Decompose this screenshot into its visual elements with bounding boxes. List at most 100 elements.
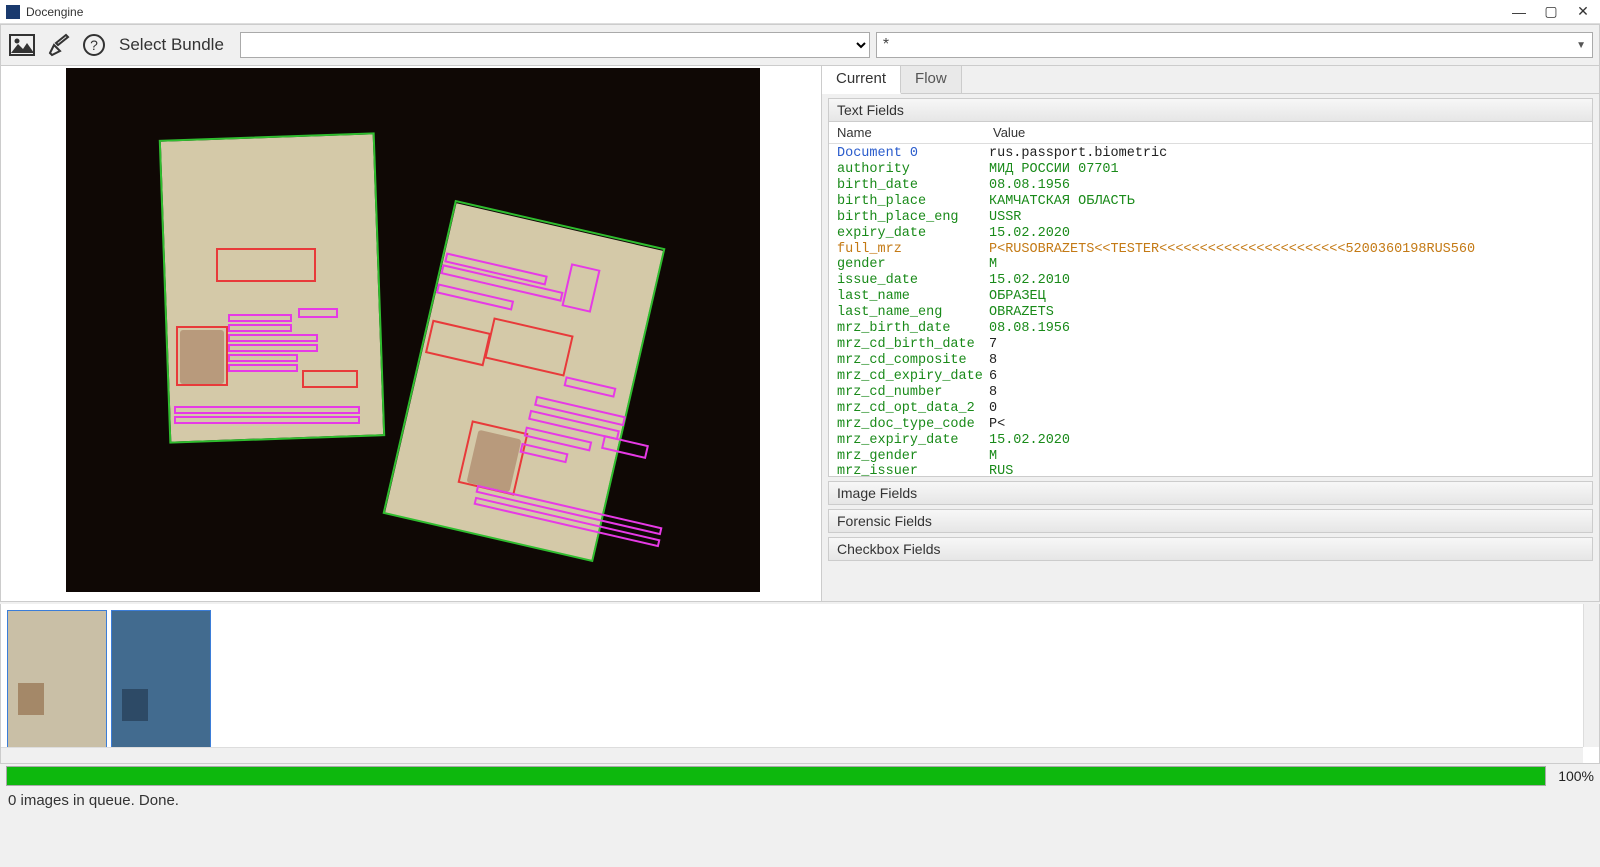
table-row[interactable]: birth_place_engUSSR (837, 210, 1592, 226)
thumbnail-strip[interactable] (0, 604, 1600, 764)
status-bar: 0 images in queue. Done. (0, 788, 1600, 814)
table-row[interactable]: mrz_cd_opt_data_20 (837, 401, 1592, 417)
scrollbar-vertical[interactable] (1583, 604, 1599, 747)
table-row[interactable]: mrz_cd_number8 (837, 385, 1592, 401)
column-name: Name (829, 125, 989, 140)
field-value: МИД РОССИИ 07701 (989, 162, 1592, 178)
tab-flow[interactable]: Flow (901, 66, 962, 93)
toolbar: ? Select Bundle * ▼ (0, 24, 1600, 66)
field-value: RUS (989, 464, 1592, 476)
text-fields-table: Name Value Document 0rus.passport.biomet… (828, 122, 1593, 477)
table-row[interactable]: Document 0rus.passport.biometric (837, 146, 1592, 162)
thumbnail[interactable] (7, 610, 107, 750)
field-name: mrz_cd_number (837, 385, 989, 401)
section-image-fields[interactable]: Image Fields (828, 481, 1593, 505)
svg-text:?: ? (90, 37, 98, 53)
table-row[interactable]: mrz_cd_birth_date7 (837, 337, 1592, 353)
chevron-down-icon: ▼ (1576, 40, 1586, 51)
magenta-box (174, 406, 360, 414)
magenta-box (228, 334, 318, 342)
red-box (302, 370, 358, 388)
table-row[interactable]: last_name_engOBRAZETS (837, 305, 1592, 321)
tabs: Current Flow (822, 66, 1599, 94)
image-viewer[interactable] (0, 66, 822, 602)
table-row[interactable]: full_mrzP<RUSOBRAZETS<<TESTER<<<<<<<<<<<… (837, 242, 1592, 258)
field-name: gender (837, 257, 989, 273)
field-value: 6 (989, 369, 1592, 385)
red-box (216, 248, 316, 282)
field-value: M (989, 257, 1592, 273)
field-name: last_name_eng (837, 305, 989, 321)
field-name: mrz_issuer (837, 464, 989, 476)
magenta-box (228, 324, 292, 332)
progress-row: 100% (0, 764, 1600, 788)
magenta-box (228, 354, 298, 362)
section-checkbox-fields[interactable]: Checkbox Fields (828, 537, 1593, 561)
field-name: expiry_date (837, 226, 989, 242)
table-row[interactable]: genderM (837, 257, 1592, 273)
section-forensic-fields[interactable]: Forensic Fields (828, 509, 1593, 533)
table-row[interactable]: mrz_issuerRUS (837, 464, 1592, 476)
field-value: OBRAZETS (989, 305, 1592, 321)
field-value: 7 (989, 337, 1592, 353)
progress-percent: 100% (1550, 768, 1594, 784)
app-icon (6, 5, 20, 19)
table-row[interactable]: mrz_doc_type_codeP< (837, 417, 1592, 433)
section-text-fields[interactable]: Text Fields (828, 98, 1593, 122)
table-row[interactable]: issue_date15.02.2010 (837, 273, 1592, 289)
table-row[interactable]: mrz_cd_composite8 (837, 353, 1592, 369)
field-name: birth_date (837, 178, 989, 194)
thumb-face (122, 689, 148, 721)
results-panel: Current Flow Text Fields Name Value Docu… (822, 66, 1600, 602)
field-value: 8 (989, 353, 1592, 369)
field-value: P< (989, 417, 1592, 433)
field-value: 15.02.2020 (989, 433, 1592, 449)
table-body[interactable]: Document 0rus.passport.biometric authori… (829, 144, 1592, 476)
help-icon[interactable]: ? (79, 30, 109, 60)
magenta-box (228, 364, 298, 372)
table-row[interactable]: expiry_date15.02.2020 (837, 226, 1592, 242)
field-name: full_mrz (837, 242, 989, 258)
progress-bar (6, 766, 1546, 786)
field-value: КАМЧАТСКАЯ ОБЛАСТЬ (989, 194, 1592, 210)
field-value: 8 (989, 385, 1592, 401)
maximize-button[interactable]: ▢ (1544, 5, 1558, 19)
scrollbar-horizontal[interactable] (1, 747, 1583, 763)
field-name: birth_place_eng (837, 210, 989, 226)
thumb-face (18, 683, 44, 715)
field-value: 15.02.2010 (989, 273, 1592, 289)
table-row[interactable]: birth_date08.08.1956 (837, 178, 1592, 194)
field-value: 08.08.1956 (989, 178, 1592, 194)
field-value: USSR (989, 210, 1592, 226)
thumbnail[interactable] (111, 610, 211, 750)
table-row[interactable]: mrz_birth_date08.08.1956 (837, 321, 1592, 337)
magenta-box (228, 344, 318, 352)
table-row[interactable]: mrz_genderM (837, 449, 1592, 465)
minimize-button[interactable]: — (1512, 5, 1526, 19)
table-row[interactable]: mrz_expiry_date15.02.2020 (837, 433, 1592, 449)
document-canvas (66, 68, 760, 592)
table-header: Name Value (829, 122, 1592, 144)
brush-icon[interactable] (43, 30, 73, 60)
table-row[interactable]: mrz_cd_expiry_date6 (837, 369, 1592, 385)
field-name: last_name (837, 289, 989, 305)
magenta-box (174, 416, 360, 424)
bundle-select[interactable] (240, 32, 870, 58)
image-icon[interactable] (7, 30, 37, 60)
field-value: 0 (989, 401, 1592, 417)
table-row[interactable]: birth_placeКАМЧАТСКАЯ ОБЛАСТЬ (837, 194, 1592, 210)
path-field[interactable]: * ▼ (876, 32, 1593, 58)
field-value: M (989, 449, 1592, 465)
close-button[interactable]: ✕ (1576, 5, 1590, 19)
window-title: Docengine (26, 5, 1512, 19)
field-name: issue_date (837, 273, 989, 289)
field-name: Document 0 (837, 146, 989, 162)
tab-current[interactable]: Current (822, 66, 901, 94)
table-row[interactable]: authorityМИД РОССИИ 07701 (837, 162, 1592, 178)
field-name: mrz_doc_type_code (837, 417, 989, 433)
field-name: birth_place (837, 194, 989, 210)
field-value: P<RUSOBRAZETS<<TESTER<<<<<<<<<<<<<<<<<<<… (989, 242, 1592, 258)
table-row[interactable]: last_nameОБРАЗЕЦ (837, 289, 1592, 305)
field-value: rus.passport.biometric (989, 146, 1592, 162)
field-name: mrz_cd_composite (837, 353, 989, 369)
